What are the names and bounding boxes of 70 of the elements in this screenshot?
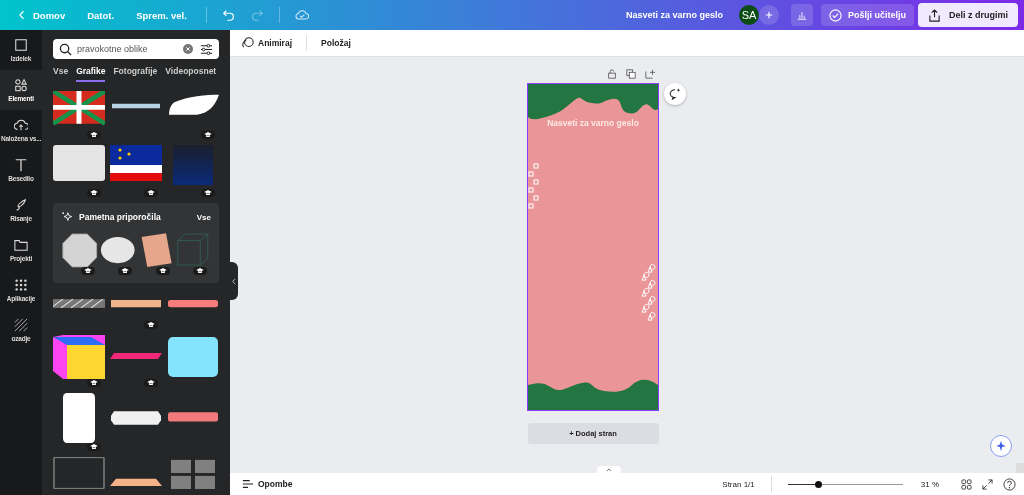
premium-badge-icon [87,379,101,387]
premium-badge-icon [144,189,158,197]
check-circle-icon [828,8,842,22]
premium-badge-icon [87,131,101,139]
filter-icon[interactable] [200,43,213,56]
duplicate-icon[interactable] [626,69,636,79]
premium-badge-icon [144,379,158,387]
search-field[interactable]: pravokotne oblike [53,39,219,59]
section-title: Pametna priporočila [79,212,161,222]
premium-badge-icon [193,267,207,275]
premium-badge-icon [201,131,215,139]
category-tab[interactable]: Vse [53,62,69,82]
add-user-button[interactable] [758,5,779,25]
premium-badge-icon [87,443,101,451]
sparkle-icon [61,211,73,223]
premium-badge-icon [80,267,95,275]
category-tab[interactable]: Videoposnet [165,62,217,82]
fullscreen-icon[interactable] [982,478,993,490]
graphic-thumbnail[interactable] [53,335,105,379]
chevron-left-icon [232,277,236,285]
undo-icon[interactable] [221,8,236,22]
zoom-reading: 31 % [920,479,939,489]
premium-badge-icon [155,267,170,275]
magic-button[interactable] [990,435,1012,457]
animate-button[interactable]: Animiraj [238,35,296,51]
help-icon[interactable] [1003,477,1016,491]
sparkle-icon [995,440,1007,452]
chevron-up-icon [606,467,612,472]
comment-button[interactable] [664,83,686,105]
notes-button[interactable]: Opombe [238,476,297,492]
sidebar-icon [14,38,28,52]
clear-icon[interactable] [183,44,193,54]
search-icon [59,43,72,56]
premium-badge-icon [201,189,215,197]
sidebar-icon [14,318,28,332]
upload-icon [928,8,941,22]
insights-button[interactable] [790,4,813,26]
grid-view-icon[interactable] [961,478,972,490]
graphic-thumbnail[interactable] [61,231,99,269]
cloud-check-icon[interactable] [294,8,309,22]
category-tab[interactable]: Fotografije [113,62,158,82]
share-button[interactable]: Deli z drugimi [918,3,1018,27]
collapse-panel-handle[interactable] [230,262,238,300]
sidebar-icon [14,158,28,172]
chevron-left-icon [19,10,25,20]
plus-icon [764,10,773,20]
send-teacher-button[interactable]: Pošlji učitelju [820,4,914,26]
document-title[interactable]: Nasveti za varno geslo [625,10,723,20]
graphic-thumbnail[interactable] [53,457,105,489]
position-button[interactable]: Položaj [317,36,355,50]
premium-badge-icon [118,267,132,275]
sidebar-icon [14,118,28,132]
page-counter[interactable]: Stran 1/1 [722,479,755,489]
category-tab[interactable]: Grafike [76,62,106,82]
sidebar-icon [14,278,28,292]
sidebar-icon [14,198,28,212]
comment-add-icon [669,88,681,100]
lock-icon[interactable] [607,69,617,79]
scrollbar[interactable] [1016,463,1024,473]
graphic-thumbnail[interactable] [167,335,219,379]
premium-badge-icon [87,189,101,197]
animate-icon [242,37,254,49]
slider-thumb[interactable] [814,480,822,488]
sidebar-icon [14,238,28,252]
see-all-link[interactable]: Vse [196,212,211,222]
add-page-icon[interactable] [645,69,655,79]
sidebar-icon [14,78,28,92]
notes-icon [242,478,254,490]
premium-badge-icon [144,321,158,329]
user-avatar[interactable]: SA [738,5,759,25]
